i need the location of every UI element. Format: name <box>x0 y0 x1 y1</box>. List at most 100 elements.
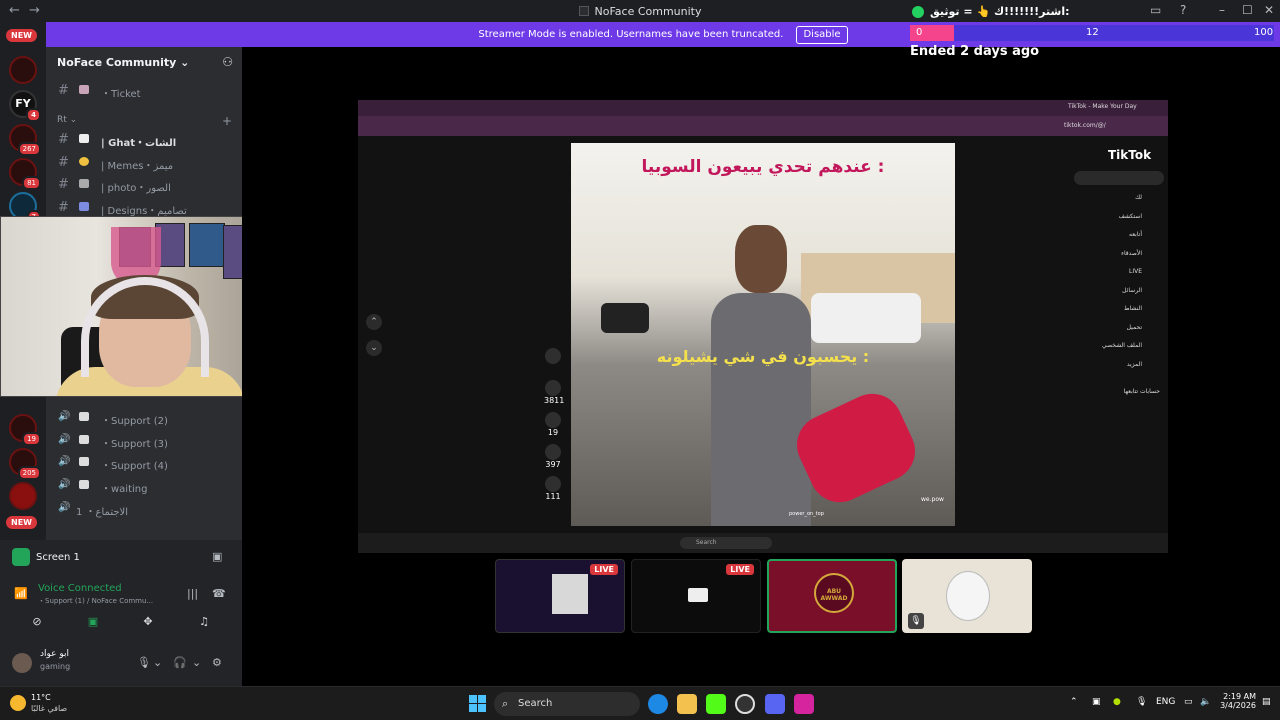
tray-mic-icon[interactable]: 🎙 <box>1136 697 1147 707</box>
user-row: ابو عواد gaming 🎙 ⌄ 🎧 ⌄ ⚙ <box>0 645 242 686</box>
username[interactable]: ابو عواد <box>40 649 69 659</box>
like-action: 3811 <box>544 380 564 405</box>
mention-count: 267 <box>17 142 41 156</box>
text-channel-icon: # <box>58 155 69 170</box>
guild-header[interactable]: NoFace Community ⌄ ⚇ <box>46 47 242 79</box>
soundboard-button[interactable]: ♫ <box>179 615 229 635</box>
volume-icon[interactable]: 🔈 <box>1200 697 1211 707</box>
stream-tile-2[interactable]: LIVE <box>631 559 761 633</box>
voice-location[interactable]: ・Support (1) / NoFace Commu... <box>38 596 153 606</box>
voice-channel-support-2[interactable]: 🔊 ・Support (2) <box>46 408 242 428</box>
browser-tab-title: TikTok - Make Your Day <box>1068 103 1137 110</box>
channel-emoji-icon <box>79 134 89 143</box>
text-channel-icon: # <box>58 177 69 192</box>
search-icon: ⌕ <box>502 697 509 710</box>
server-icon[interactable] <box>9 56 37 84</box>
tray-nvidia-icon[interactable]: ● <box>1113 697 1121 707</box>
category-header[interactable]: Rt ⌄ + <box>57 114 232 128</box>
disconnect-icon[interactable]: ☎ <box>212 587 226 600</box>
tiktok-menu-item: لك <box>1135 194 1142 201</box>
minimize-icon[interactable]: – <box>1219 3 1225 17</box>
browser-tab-bar: TikTok - Make Your Day <box>358 100 1168 116</box>
chevron-down-icon[interactable]: ⌄ <box>153 656 162 669</box>
server-icon-fy[interactable]: FY 4 <box>9 90 41 122</box>
voice-channel-meeting[interactable]: 🔊 1 ・الاجتماع <box>46 499 242 519</box>
server-icon[interactable]: 205 <box>9 448 41 480</box>
chevron-down-icon[interactable]: ⌄ <box>192 656 201 669</box>
windows-start-icon[interactable] <box>469 695 486 712</box>
video-caption-top: عندهم تحدي يبيعون السوبيا : <box>641 157 885 177</box>
voice-channel-waiting[interactable]: 🔊 ・waiting <box>46 476 242 496</box>
server-favicon-icon <box>578 6 589 16</box>
clock-time: 2:19 AM <box>1223 692 1256 701</box>
voice-channel-support-4[interactable]: 🔊 ・Support (4) <box>46 453 242 473</box>
file-explorer-icon[interactable] <box>677 694 697 714</box>
goal-progress-bar: 0 12 100 <box>910 25 1274 41</box>
kick-icon[interactable] <box>706 694 726 714</box>
channel-memes[interactable]: # | Memes・ميمز <box>46 153 242 173</box>
create-channel-icon[interactable]: + <box>222 114 232 128</box>
server-icon[interactable]: 81 <box>9 158 41 190</box>
tray-chevron-icon[interactable]: ⌃ <box>1070 697 1078 707</box>
share-screen-button[interactable]: ▣ <box>68 615 118 635</box>
speaker-icon: 🔊 <box>58 434 71 445</box>
steam-icon[interactable] <box>735 694 755 714</box>
activities-button[interactable]: ✥ <box>123 615 173 635</box>
stream-tile-1[interactable]: LIVE <box>495 559 625 633</box>
notification-icon[interactable]: ▤ <box>1262 697 1271 707</box>
maximize-icon[interactable]: ☐ <box>1242 3 1253 17</box>
channel-label: ・Support (2) <box>101 416 168 427</box>
screen-share-row[interactable]: Screen 1 ▣ <box>12 548 222 566</box>
channel-emoji-icon <box>79 157 89 166</box>
voice-connected-status[interactable]: Voice Connected <box>38 583 122 594</box>
language-indicator[interactable]: ENG <box>1156 697 1175 707</box>
server-icon[interactable]: 19 <box>9 414 41 446</box>
mention-count: 4 <box>26 108 41 122</box>
server-icon[interactable] <box>9 482 37 510</box>
discord-icon[interactable] <box>765 694 785 714</box>
user-status[interactable]: gaming <box>40 662 70 671</box>
text-channel-icon: # <box>58 132 69 147</box>
taskbar-clock[interactable]: 2:19 AM 3/4/2026 <box>1218 692 1256 710</box>
noise-suppression-icon[interactable]: ||| <box>187 587 198 600</box>
share-action: 111 <box>544 476 562 501</box>
new-badge[interactable]: NEW <box>6 516 37 529</box>
avatar[interactable] <box>12 653 32 673</box>
stream-tile-4[interactable]: 🎙 <box>902 559 1032 633</box>
channel-label: | Designs・تصاميم <box>101 206 187 217</box>
tiktok-menu-item: استكشف <box>1118 212 1142 220</box>
help-icon[interactable]: ? <box>1180 3 1186 17</box>
stop-stream-icon[interactable]: ▣ <box>212 550 222 563</box>
channel-emoji-icon <box>79 179 89 188</box>
headphones-icon[interactable]: 🎧 <box>173 656 187 669</box>
gear-icon[interactable]: ⚙ <box>212 656 222 669</box>
microphone-icon[interactable]: 🎙 <box>137 656 151 669</box>
server-icon[interactable]: 267 <box>9 124 41 156</box>
instagram-icon[interactable] <box>794 694 814 714</box>
stream-tile-3[interactable]: ABU AWWAD <box>767 559 897 633</box>
live-badge: LIVE <box>726 564 754 575</box>
channel-ghat[interactable]: # | Ghat・الشات <box>46 130 242 150</box>
inbox-icon[interactable]: ▭ <box>1150 3 1161 17</box>
network-icon[interactable]: ▭ <box>1184 697 1193 707</box>
disable-streamer-mode-button[interactable]: Disable <box>796 26 848 44</box>
channel-designs[interactable]: # | Designs・تصاميم <box>46 198 242 218</box>
channel-photo[interactable]: # | photo・الصور <box>46 175 242 195</box>
chevron-down-icon: ⌄ <box>180 56 190 69</box>
speaker-icon: 🔊 <box>58 479 71 490</box>
invite-people-icon[interactable]: ⚇ <box>222 55 233 69</box>
goal-text: اشتر!!!!!!!ك 👆 = توثيق: <box>912 5 1070 18</box>
browser-url: tiktok.com/@/ <box>1064 122 1106 129</box>
live-badge: LIVE <box>590 564 618 575</box>
weather-sun-icon <box>10 695 26 711</box>
new-badge[interactable]: NEW <box>6 29 37 42</box>
close-icon[interactable]: ✕ <box>1264 3 1274 17</box>
tray-app-icon[interactable]: ▣ <box>1092 697 1101 707</box>
channel-ticket[interactable]: # ・Ticket <box>46 81 242 101</box>
camera-off-button[interactable]: ⊘ <box>12 615 62 635</box>
edge-icon[interactable] <box>648 694 668 714</box>
signal-icon[interactable]: 📶 <box>14 587 28 600</box>
ended-text: Ended 2 days ago <box>910 44 1040 59</box>
voice-channel-support-3[interactable]: 🔊 ・Support (3) <box>46 431 242 451</box>
taskbar-search[interactable]: ⌕ Search <box>494 692 640 716</box>
